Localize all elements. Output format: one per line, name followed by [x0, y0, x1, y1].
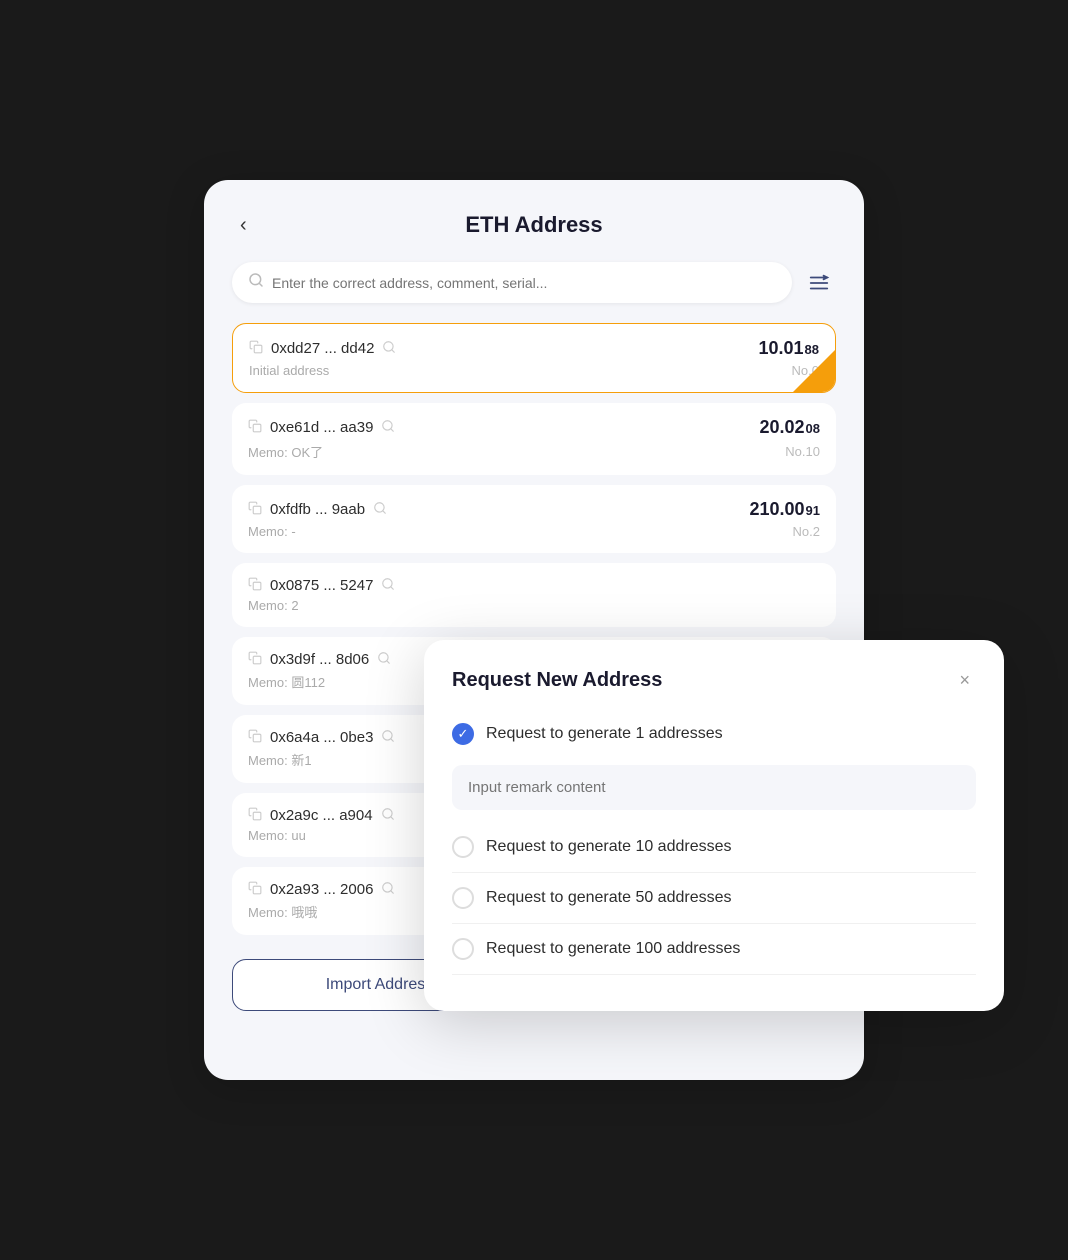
page-title: ETH Address [465, 212, 602, 238]
scan-icon[interactable] [381, 419, 395, 436]
amount: 20.02 08 [759, 417, 820, 438]
amount-sub: 08 [806, 421, 820, 436]
scan-icon[interactable] [377, 651, 391, 668]
radio-option[interactable]: ✓ Request to generate 1 addresses [452, 713, 976, 826]
search-icon [248, 272, 264, 293]
active-ribbon [793, 350, 835, 392]
back-button[interactable]: ‹ [232, 210, 255, 241]
memo-text: Memo: 新1 [248, 750, 312, 769]
address-text: 0x2a9c ... a904 [270, 807, 373, 824]
radio-option[interactable]: Request to generate 100 addresses [452, 928, 976, 975]
address-text: 0xe61d ... aa39 [270, 419, 373, 436]
address-item[interactable]: 0xdd27 ... dd42 10.01 88 Initial address… [232, 323, 836, 393]
scan-icon[interactable] [382, 340, 396, 357]
address-text: 0x3d9f ... 8d06 [270, 651, 369, 668]
memo-text: Memo: 2 [248, 598, 299, 613]
memo-text: Memo: OK了 [248, 442, 323, 461]
copy-icon[interactable] [248, 419, 262, 436]
copy-icon[interactable] [248, 501, 262, 518]
copy-icon[interactable] [248, 807, 262, 824]
amount-sub: 91 [806, 503, 820, 518]
divider [452, 923, 976, 924]
address-item[interactable]: 0x0875 ... 5247 Memo: 2 [232, 563, 836, 627]
modal-title: Request New Address [452, 669, 662, 692]
address-item[interactable]: 0xfdfb ... 9aab 210.00 91 Memo: - No.2 [232, 485, 836, 553]
remark-input[interactable] [452, 765, 976, 810]
request-new-address-modal: Request New Address × ✓ Request to gener… [424, 640, 1004, 1011]
radio-circle [452, 836, 474, 858]
search-input-wrap [232, 262, 792, 303]
modal-options: ✓ Request to generate 1 addresses Reques… [452, 713, 976, 975]
radio-circle: ✓ [452, 723, 474, 745]
address-text: 0x0875 ... 5247 [270, 577, 373, 594]
header: ‹ ETH Address [232, 212, 836, 238]
modal-header: Request New Address × [452, 668, 976, 693]
number-badge: No.10 [785, 444, 820, 459]
memo-text: Initial address [249, 363, 329, 378]
divider [452, 974, 976, 975]
main-card: ‹ ETH Address [204, 180, 864, 1080]
radio-option-3[interactable]: Request to generate 100 addresses [452, 928, 976, 970]
address-text: 0x6a4a ... 0be3 [270, 729, 373, 746]
radio-option[interactable]: Request to generate 50 addresses [452, 877, 976, 924]
copy-icon[interactable] [248, 729, 262, 746]
scan-icon[interactable] [381, 807, 395, 824]
search-bar [232, 262, 836, 303]
address-text: 0xdd27 ... dd42 [271, 340, 374, 357]
scan-icon[interactable] [381, 729, 395, 746]
address-text: 0xfdfb ... 9aab [270, 501, 365, 518]
amount-main: 20.02 [759, 417, 804, 438]
number-badge: No.2 [793, 524, 820, 539]
radio-label: Request to generate 100 addresses [486, 940, 740, 958]
address-text: 0x2a93 ... 2006 [270, 881, 373, 898]
scan-icon[interactable] [381, 577, 395, 594]
scan-icon[interactable] [381, 881, 395, 898]
radio-circle [452, 938, 474, 960]
radio-label: Request to generate 1 addresses [486, 725, 723, 743]
address-item[interactable]: 0xe61d ... aa39 20.02 08 Memo: OK了 No.10 [232, 403, 836, 475]
radio-circle [452, 887, 474, 909]
copy-icon[interactable] [248, 651, 262, 668]
radio-option-2[interactable]: Request to generate 50 addresses [452, 877, 976, 919]
filter-button[interactable] [802, 266, 836, 300]
memo-text: Memo: 哦哦 [248, 902, 317, 921]
copy-icon[interactable] [249, 340, 263, 357]
copy-icon[interactable] [248, 577, 262, 594]
amount: 210.00 91 [749, 499, 820, 520]
amount-main: 210.00 [749, 499, 804, 520]
radio-option[interactable]: Request to generate 10 addresses [452, 826, 976, 873]
modal-close-button[interactable]: × [953, 668, 976, 693]
divider [452, 872, 976, 873]
memo-text: Memo: uu [248, 828, 306, 843]
radio-option-0[interactable]: ✓ Request to generate 1 addresses [452, 713, 976, 755]
search-input[interactable] [272, 275, 776, 291]
memo-text: Memo: - [248, 524, 296, 539]
memo-text: Memo: 圆112 [248, 672, 325, 691]
radio-option-1[interactable]: Request to generate 10 addresses [452, 826, 976, 868]
radio-check-icon: ✓ [458, 726, 469, 742]
copy-icon[interactable] [248, 881, 262, 898]
radio-label: Request to generate 50 addresses [486, 889, 732, 907]
radio-label: Request to generate 10 addresses [486, 838, 732, 856]
scan-icon[interactable] [373, 501, 387, 518]
